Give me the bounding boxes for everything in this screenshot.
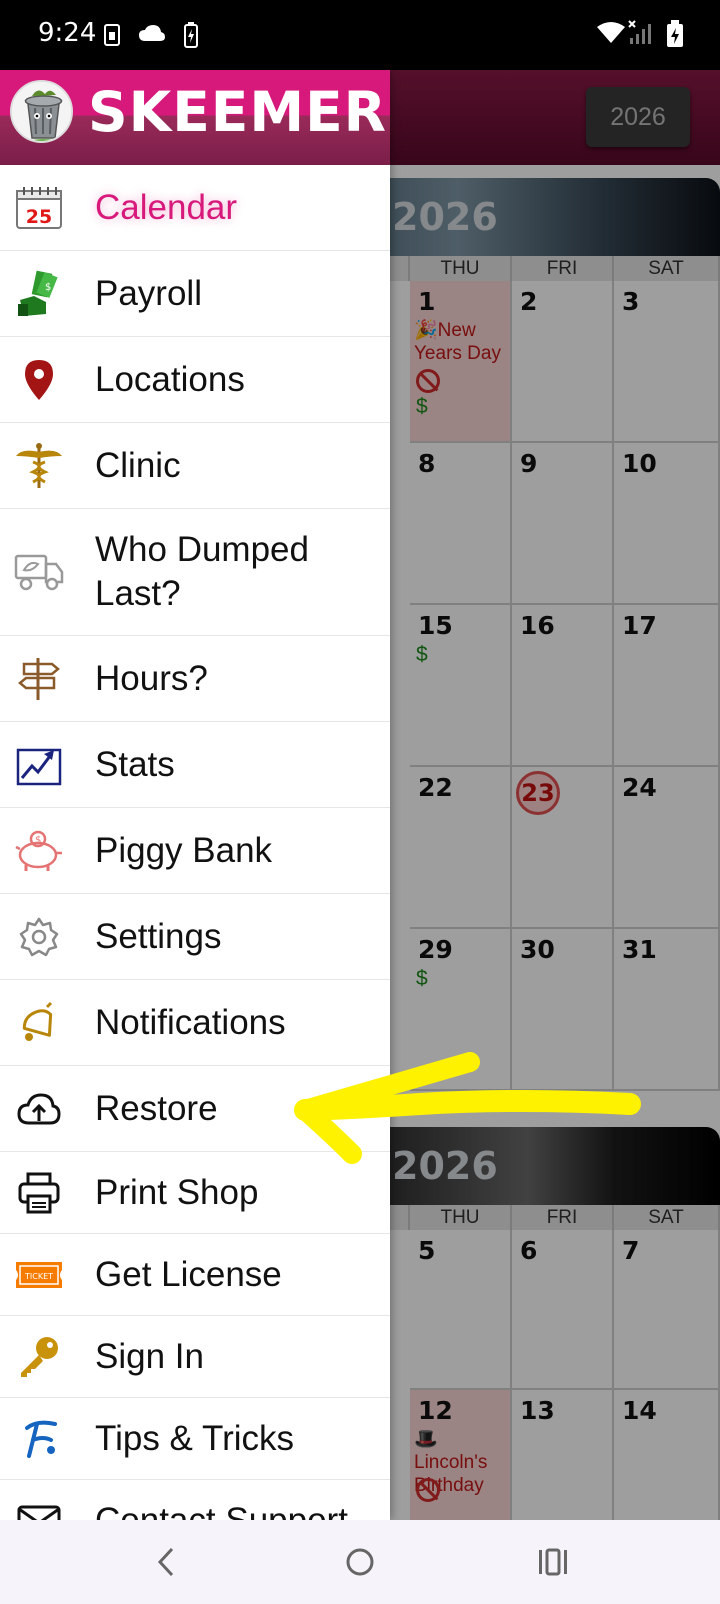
trash-can-logo-icon: [10, 80, 73, 143]
drawer-item-piggy-bank[interactable]: $ Piggy Bank: [0, 808, 390, 894]
drawer-item-label: Contact Support: [95, 1500, 348, 1521]
drawer-item-label: Payroll: [95, 273, 202, 313]
bell-icon: [14, 998, 64, 1048]
drawer-item-print-shop[interactable]: Print Shop: [0, 1152, 390, 1234]
drawer-item-label: Settings: [95, 916, 222, 956]
drawer-item-locations[interactable]: Locations: [0, 337, 390, 423]
signpost-icon: [14, 654, 64, 704]
drawer-item-restore[interactable]: Restore: [0, 1066, 390, 1152]
back-icon[interactable]: [144, 1542, 188, 1582]
svg-text:25: 25: [26, 206, 52, 228]
drawer-item-payroll[interactable]: $ Payroll: [0, 251, 390, 337]
ticket-icon: TICKET: [14, 1250, 64, 1300]
battery-charging-small-icon: [184, 22, 198, 53]
sim-card-icon: [104, 24, 120, 51]
drawer-item-contact-support[interactable]: Contact Support: [0, 1480, 390, 1520]
home-icon[interactable]: [338, 1542, 382, 1582]
drawer-item-notifications[interactable]: Notifications: [0, 980, 390, 1066]
drawer-item-label: Stats: [95, 744, 175, 784]
drawer-item-clinic[interactable]: Clinic: [0, 423, 390, 509]
ticket-icon-text: TICKET: [24, 1272, 53, 1281]
drawer-item-label: Hours?: [95, 658, 208, 698]
drawer-item-label: Locations: [95, 359, 245, 399]
tips-icon: [14, 1414, 64, 1464]
drawer-item-who-dumped-last[interactable]: Who Dumped Last?: [0, 509, 390, 636]
drawer-item-label: Who Dumped Last?: [95, 530, 309, 613]
drawer-item-stats[interactable]: Stats: [0, 722, 390, 808]
drawer-item-label: Clinic: [95, 445, 181, 485]
dump-truck-icon: [14, 547, 64, 597]
status-time: 9:24: [38, 18, 97, 48]
drawer-item-calendar[interactable]: 25 Calendar: [0, 165, 390, 251]
stats-chart-icon: [14, 740, 64, 790]
calendar-icon: 25: [14, 183, 64, 233]
drawer-item-label: Get License: [95, 1254, 282, 1294]
gear-icon: [14, 912, 64, 962]
system-nav-bar: [0, 1520, 720, 1604]
caduceus-icon: [14, 441, 64, 491]
svg-text:$: $: [45, 282, 51, 293]
drawer-menu: 25 Calendar $ Payroll Locations Clinic Who Dum…: [0, 165, 390, 1520]
drawer-item-label: Piggy Bank: [95, 830, 273, 870]
drawer-item-sign-in[interactable]: Sign In: [0, 1316, 390, 1398]
navigation-drawer: SKEEMER 25 Calendar $ Payroll Locations Clini…: [0, 70, 390, 1520]
app-brand-title: SKEEMER: [88, 80, 388, 144]
status-bar: 9:24: [0, 0, 720, 70]
drawer-item-tips-tricks[interactable]: Tips & Tricks: [0, 1398, 390, 1480]
wifi-icon: [597, 22, 625, 49]
svg-text:$: $: [35, 835, 41, 846]
drawer-header: SKEEMER: [0, 70, 390, 165]
recents-icon[interactable]: [531, 1542, 575, 1582]
drawer-item-label: Print Shop: [95, 1172, 259, 1212]
drawer-item-label: Tips & Tricks: [95, 1418, 294, 1458]
cloud-icon: [138, 24, 166, 47]
payroll-money-icon: $: [14, 269, 64, 319]
drawer-item-settings[interactable]: Settings: [0, 894, 390, 980]
printer-icon: [14, 1168, 64, 1218]
drawer-item-hours[interactable]: Hours?: [0, 636, 390, 722]
cell-signal-no-service-icon: [628, 20, 654, 51]
drawer-item-label: Calendar: [95, 187, 238, 227]
cloud-upload-icon: [14, 1084, 64, 1134]
drawer-item-get-license[interactable]: TICKET Get License: [0, 1234, 390, 1316]
drawer-item-label: Restore: [95, 1088, 218, 1128]
piggy-bank-icon: $: [14, 826, 64, 876]
location-pin-icon: [14, 355, 64, 405]
key-icon: [14, 1332, 64, 1382]
drawer-item-label: Notifications: [95, 1002, 286, 1042]
drawer-item-label: Sign In: [95, 1336, 204, 1376]
battery-icon: [666, 20, 684, 53]
mail-icon: [14, 1496, 64, 1520]
